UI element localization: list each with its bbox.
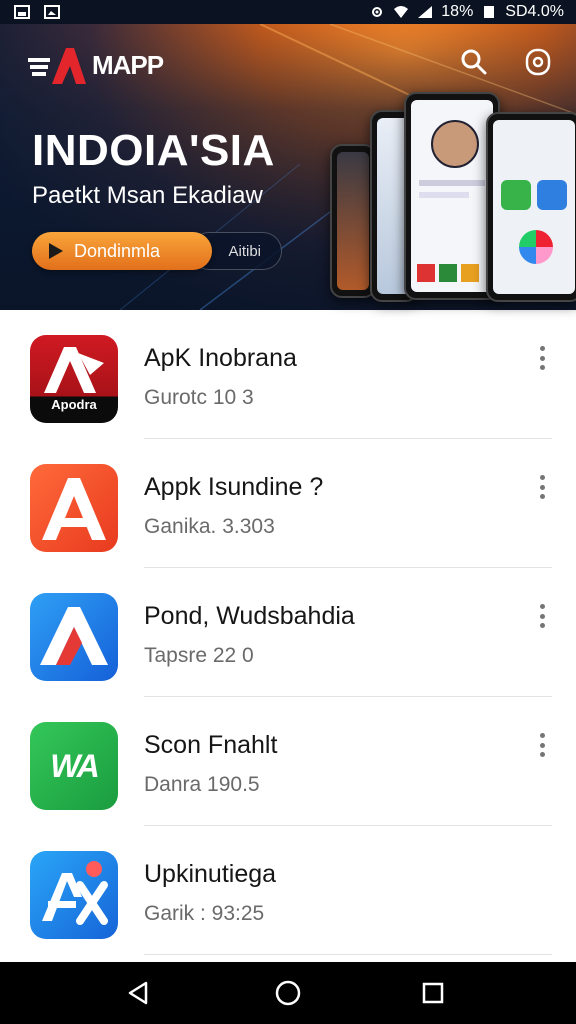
app-meta: Ganika. 3.303 [144,515,275,538]
text-line [419,192,469,198]
search-button[interactable] [458,46,490,78]
tile [519,230,553,264]
app-list-item[interactable]: Pond, Wudsbahdia Tapsre 22 0 [0,568,576,697]
home-button[interactable] [271,976,305,1010]
signal-icon [418,6,433,18]
play-icon [49,243,63,259]
app-list-item[interactable]: WA Scon Fnahlt Danra 190.5 [0,697,576,826]
phone-mockup [486,112,576,302]
app-name: Upkinutiega [144,860,277,888]
logo-text: MAPP [92,49,164,80]
banner-title: INDOIA'SIA [32,126,275,175]
gallery-icon [44,5,60,19]
tile [501,180,531,210]
battery-icon [484,6,495,18]
more-options-button[interactable] [532,473,552,501]
app-list: Apodra ApK Inobrana Gurotc 10 3 Appk Isu… [0,310,576,962]
app-name: ApK Inobrana [144,344,297,372]
tile [461,264,479,282]
more-options-button[interactable] [532,731,552,759]
logo-icon [28,48,86,84]
app-name: Pond, Wudsbahdia [144,602,355,630]
more-options-button[interactable] [532,602,552,630]
back-button[interactable] [122,976,156,1010]
network-status: SD4.0% [505,3,564,20]
back-icon [128,981,148,1005]
image-icon [14,5,30,19]
app-bar: MAPP [0,24,576,98]
app-meta: Garik : 93:25 [144,902,265,925]
app-list-item[interactable]: Appk Isundine ? Ganika. 3.303 [0,439,576,568]
app-icon[interactable]: WA [30,722,118,810]
app-icon[interactable]: Apodra [30,335,118,423]
home-icon [275,980,301,1006]
settings-icon [372,7,383,17]
app-icon-label: Apodra [51,397,97,412]
app-meta: Danra 190.5 [144,773,260,796]
app-icon[interactable] [30,593,118,681]
app-icon-label: WA [50,748,100,784]
recents-button[interactable] [416,976,450,1010]
phones-illustration [330,92,576,302]
recents-icon [422,982,444,1004]
letter-ax-icon [42,861,108,925]
navigation-bar [0,962,576,1024]
tile [417,264,435,282]
app-logo[interactable]: MAPP [28,44,164,86]
app-name: Appk Isundine ? [144,473,324,501]
app-meta: Gurotc 10 3 [144,386,254,409]
letter-a-icon [42,478,106,540]
status-bar: 18% SD4.0% [0,0,576,24]
profile-button[interactable] [522,46,554,78]
battery-percent: 18% [441,3,474,20]
download-button-label: Dondinmla [74,240,161,261]
tile [537,180,567,210]
letter-a-icon [40,607,108,665]
avatar [431,120,479,168]
download-button[interactable]: Dondinmla [32,232,212,270]
profile-icon [525,48,551,76]
divider [144,954,552,955]
wifi-icon [394,6,409,18]
banner-subtitle: Paetkt Msan Ekadiaw [32,182,263,209]
app-list-item[interactable]: Upkinutiega Garik : 93:25 [0,826,576,955]
banner-secondary-label: Aitibi [228,242,261,260]
tile [439,264,457,282]
app-name: Scon Fnahlt [144,731,278,759]
app-list-item[interactable]: Apodra ApK Inobrana Gurotc 10 3 [0,310,576,439]
search-icon [461,49,487,75]
app-icon[interactable] [30,851,118,939]
app-meta: Tapsre 22 0 [144,644,254,667]
app-icon[interactable] [30,464,118,552]
more-options-button[interactable] [532,344,552,372]
text-line [419,180,485,186]
